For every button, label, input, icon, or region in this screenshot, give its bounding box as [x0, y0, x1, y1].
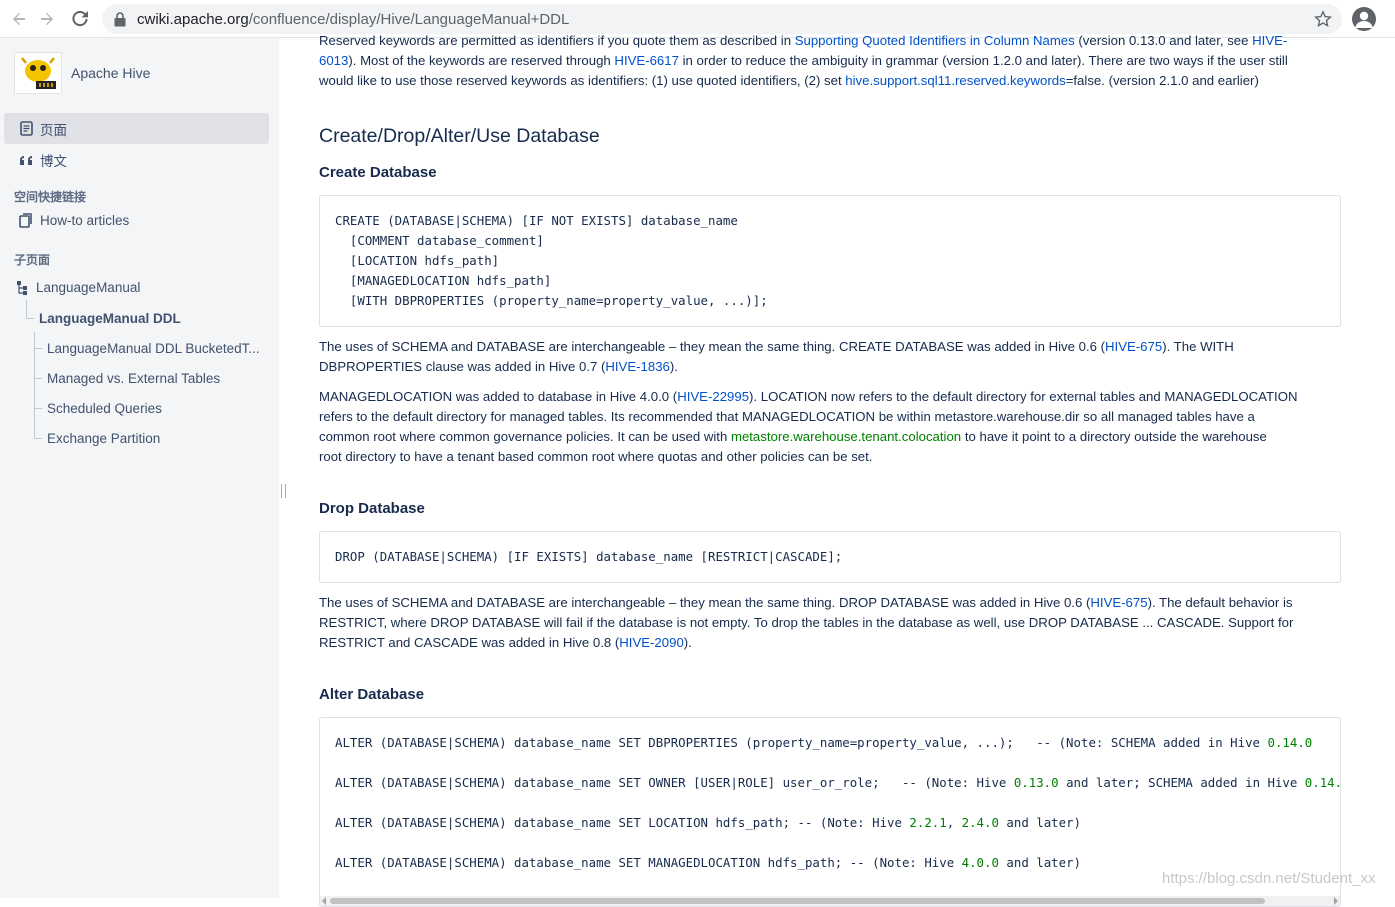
- address-bar[interactable]: cwiki.apache.org/confluence/display/Hive…: [102, 4, 1342, 34]
- create-database-heading: Create Database: [319, 164, 437, 181]
- forward-button[interactable]: [32, 4, 62, 34]
- link-hive-2090[interactable]: HIVE-2090: [619, 635, 684, 650]
- drop-database-code: DROP (DATABASE|SCHEMA) [IF EXISTS] datab…: [319, 531, 1341, 583]
- sidebar-item-pages[interactable]: 页面: [4, 113, 269, 144]
- back-button[interactable]: [4, 4, 34, 34]
- drop-database-heading: Drop Database: [319, 500, 425, 517]
- quote-icon: [14, 154, 38, 166]
- tree-item-ddl-bucketed[interactable]: LanguageManual DDL BucketedT...: [47, 341, 260, 356]
- link-reserved-keywords[interactable]: hive.support.sql11.reserved.keywords: [845, 73, 1065, 88]
- link-hive-6013-cont[interactable]: 6013: [319, 53, 348, 68]
- tree-item-exchange-partition[interactable]: Exchange Partition: [47, 431, 160, 446]
- lock-icon: [114, 11, 128, 27]
- alter-database-heading: Alter Database: [319, 686, 425, 703]
- sidebar-item-label: 博文: [40, 153, 67, 169]
- arrow-left-icon: [13, 13, 25, 25]
- link-hive-1836[interactable]: HIVE-1836: [605, 359, 670, 374]
- profile-avatar-icon[interactable]: [1352, 7, 1376, 31]
- link-hive-675[interactable]: HIVE-675: [1105, 339, 1162, 354]
- tree-item-managed-vs-external[interactable]: Managed vs. External Tables: [47, 371, 220, 386]
- tree-root-icon: [16, 280, 28, 301]
- tree-connector: [26, 318, 34, 319]
- section-title: Create/Drop/Alter/Use Database: [319, 125, 600, 147]
- tree-item-languagemanual[interactable]: LanguageManual: [36, 280, 140, 295]
- link-hive-675[interactable]: HIVE-675: [1090, 595, 1147, 610]
- page-icon: [14, 121, 38, 136]
- scrollbar-thumb[interactable]: [330, 898, 1265, 904]
- scroll-left-arrow-icon[interactable]: [322, 897, 326, 905]
- create-paragraph-2: MANAGEDLOCATION was added to database in…: [319, 389, 1298, 464]
- create-paragraph-1: The uses of SCHEMA and DATABASE are inte…: [319, 339, 1234, 374]
- space-name[interactable]: Apache Hive: [71, 65, 150, 81]
- space-sidebar: Apache Hive 页面 博文 空间快捷链接 How-to articles…: [0, 38, 279, 898]
- sidebar-item-how-to-articles[interactable]: How-to articles: [4, 205, 269, 236]
- copy-icon: [14, 213, 38, 228]
- watermark: https://blog.csdn.net/Student_xx: [1162, 870, 1376, 887]
- link-hive-6013[interactable]: HIVE-: [1252, 33, 1287, 48]
- sidebar-item-blog[interactable]: 博文: [4, 144, 269, 175]
- tree-connector: [34, 408, 42, 409]
- intro-paragraph: Reserved keywords are permitted as ident…: [319, 33, 1288, 88]
- sidebar-item-label: 页面: [40, 122, 67, 138]
- url-text: cwiki.apache.org/confluence/display/Hive…: [137, 10, 570, 28]
- create-database-code: CREATE (DATABASE|SCHEMA) [IF NOT EXISTS]…: [319, 195, 1341, 327]
- tenant-colocation-property: metastore.warehouse.tenant.colocation: [730, 429, 962, 444]
- drop-paragraph: The uses of SCHEMA and DATABASE are inte…: [319, 595, 1294, 650]
- space-header[interactable]: Apache Hive: [14, 52, 150, 94]
- children-heading: 子页面: [14, 253, 51, 267]
- tree-connector: [34, 378, 42, 379]
- link-hive-6617[interactable]: HIVE-6617: [614, 53, 679, 68]
- arrow-right-icon: [41, 13, 53, 25]
- link-hive-22995[interactable]: HIVE-22995: [677, 389, 749, 404]
- link-quoted-identifiers[interactable]: Supporting Quoted Identifiers in Column …: [795, 33, 1075, 48]
- reload-icon: [72, 11, 88, 27]
- tree-connector: [26, 300, 27, 318]
- hive-logo: [14, 52, 62, 94]
- tree-item-languagemanual-ddl[interactable]: LanguageManual DDL: [39, 311, 181, 326]
- scroll-right-arrow-icon[interactable]: [1334, 897, 1338, 905]
- tree-connector: [34, 438, 42, 439]
- reload-button[interactable]: [65, 4, 95, 34]
- tree-item-scheduled-queries[interactable]: Scheduled Queries: [47, 401, 162, 416]
- sidebar-resize-handle[interactable]: [281, 484, 286, 498]
- shortcuts-heading: 空间快捷链接: [14, 190, 87, 204]
- tree-connector: [34, 348, 42, 349]
- sidebar-item-label: How-to articles: [40, 213, 130, 228]
- bookmark-star-icon[interactable]: [1314, 10, 1332, 33]
